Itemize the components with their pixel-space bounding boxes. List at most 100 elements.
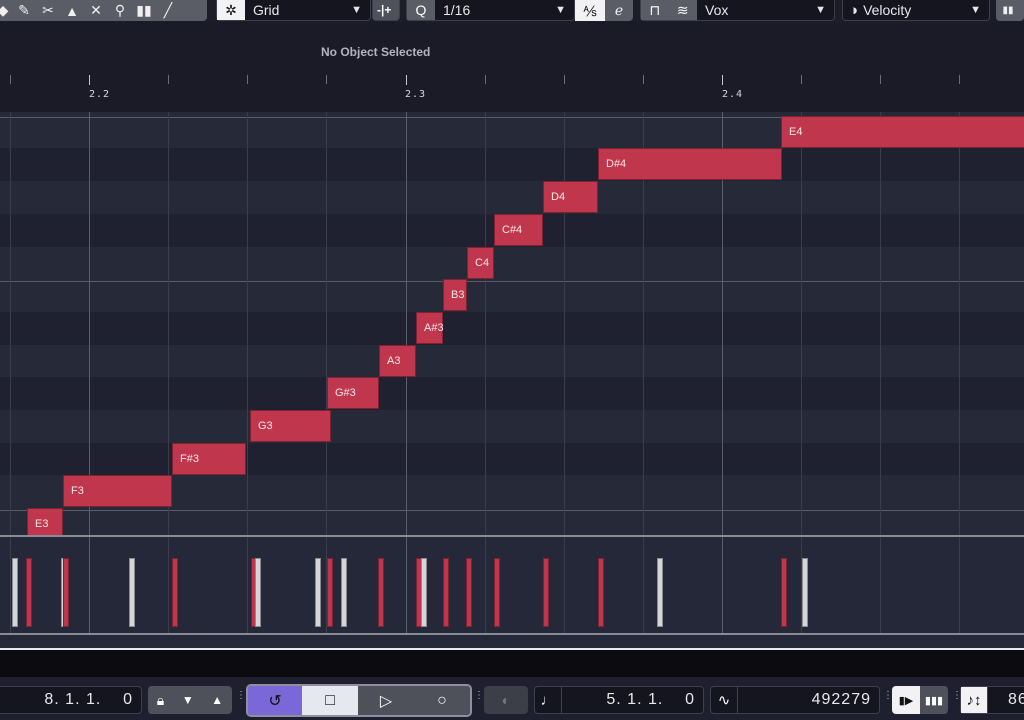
grid-line — [643, 537, 644, 634]
velocity-bar[interactable] — [26, 558, 32, 627]
note-label: F#3 — [180, 452, 199, 465]
cycle-button[interactable]: ↺ — [248, 686, 303, 715]
grid-type-dropdown[interactable]: ✲ Grid ▼ — [216, 0, 371, 21]
midi-note[interactable]: A#3 — [416, 311, 444, 344]
metronome-button[interactable]: ◐ — [484, 686, 528, 714]
iterative-quantize-button[interactable]: ⅍ — [575, 0, 605, 21]
lock-icon[interactable]: 🔒︎ — [157, 686, 164, 714]
midi-note[interactable]: D4 — [543, 181, 598, 214]
note-label: C#4 — [502, 223, 523, 236]
object-select-icon[interactable]: ◆ — [0, 0, 12, 21]
midi-note[interactable]: E3 — [27, 508, 63, 536]
velocity-bar[interactable] — [657, 558, 663, 627]
note-label: G3 — [258, 420, 273, 432]
meter-button[interactable]: ▮▮ — [996, 0, 1024, 21]
note-grid[interactable]: E3 F3 F#3 G3 G#3 A3 A#3 B3 C4 C#4 D4 D#4 E4 — [0, 112, 1024, 536]
ruler-tick — [643, 75, 644, 84]
mute-comp-icon[interactable]: ▮▮ — [132, 0, 156, 21]
note-label: B3 — [451, 289, 465, 302]
velocity-bar[interactable] — [378, 558, 384, 627]
drag-handle[interactable]: ⋮ — [474, 691, 484, 701]
snap-zero-button[interactable]: -|+ — [372, 0, 400, 21]
track-icons: ⊓ ≋ — [641, 0, 697, 20]
zoom-icon[interactable]: ⚲ — [108, 0, 132, 21]
midi-note[interactable]: C#4 — [494, 213, 543, 246]
step-input-icon[interactable]: ⊓ — [649, 2, 660, 19]
velocity-bar[interactable] — [327, 558, 333, 627]
grid-line — [89, 537, 90, 634]
video-sync-icon[interactable]: ▮▮▮ — [920, 686, 948, 714]
tool-group: ◆ ✎ ✂ ▲ ✕ ⚲ ▮▮ ╱ — [0, 0, 207, 21]
time-ruler[interactable]: 2.2 2.3 2.4 — [0, 72, 1024, 112]
line-tool-icon[interactable]: ╱ — [156, 0, 180, 21]
velocity-lane[interactable] — [0, 537, 1024, 634]
sample-position-field[interactable]: ∿ 492279 — [710, 686, 880, 714]
velocity-bar[interactable] — [315, 558, 321, 627]
horizontal-scrollbar[interactable] — [0, 650, 1024, 677]
waveform-icon[interactable]: ∿ — [711, 687, 738, 713]
pencil-icon[interactable]: ✎ — [12, 0, 36, 21]
velocity-bar[interactable] — [598, 558, 604, 627]
velocity-bar[interactable] — [12, 558, 18, 627]
midi-note[interactable]: C4 — [467, 246, 494, 279]
ruler-tick — [880, 75, 881, 84]
track-dropdown[interactable]: ⊓ ≋ Vox ▼ — [640, 0, 835, 21]
velocity-bar[interactable] — [129, 558, 135, 627]
velocity-bar[interactable] — [172, 558, 178, 627]
midi-note[interactable]: G#3 — [327, 377, 379, 410]
right-locator-field[interactable]: ♩ 5. 1. 1. 0 — [534, 686, 704, 714]
scissors-icon[interactable]: ✂ — [36, 0, 60, 21]
cycle-icon: ↺ — [268, 692, 282, 710]
left-locator-field[interactable]: 8. 1. 1. 0 — [0, 686, 142, 714]
grid-line — [247, 112, 248, 536]
quantize-icon[interactable]: Q — [407, 0, 435, 20]
punch-out-icon[interactable]: ▲ — [211, 686, 223, 714]
midi-note[interactable]: B3 — [443, 279, 467, 312]
play-button[interactable]: ▷ — [358, 686, 414, 715]
snap-to-zero-icon: -|+ — [377, 3, 392, 17]
velocity-bar[interactable] — [443, 558, 449, 627]
controller-dropdown[interactable]: ◑ Velocity ▼ — [842, 0, 990, 21]
record-icon: ○ — [437, 691, 447, 709]
record-button[interactable]: ○ — [414, 686, 470, 715]
tempo-value: 86 — [1008, 691, 1024, 708]
velocity-bar[interactable] — [421, 558, 427, 627]
velocity-icon: ◑ — [849, 1, 859, 19]
snap-icon[interactable]: ✲ — [217, 0, 245, 20]
quantize-dropdown[interactable]: Q 1/16 ▼ — [406, 0, 575, 21]
sync-icon[interactable]: ▮▶ — [892, 686, 920, 714]
glue-icon[interactable]: ▲ — [60, 0, 84, 21]
grid-line — [247, 537, 248, 634]
transport-bar: 8. 1. 1. 0 🔒︎ ▼ ▲ ⋮ ↺ □ ▷ ○ ⋮ ◐ ♩ 5. 1. … — [0, 677, 1024, 720]
drag-handle[interactable]: ⋮ — [883, 691, 893, 701]
midi-note[interactable]: F#3 — [172, 442, 246, 475]
drag-handle[interactable]: ⋮ — [952, 691, 962, 701]
tempo-field[interactable]: ♪↕ 86 — [960, 686, 1024, 714]
midi-note[interactable]: D#4 — [598, 148, 782, 181]
midi-note[interactable]: G3 — [250, 410, 331, 442]
velocity-bar[interactable] — [341, 558, 347, 627]
grid-line — [168, 537, 169, 634]
midi-note[interactable]: F3 — [63, 475, 172, 508]
velocity-bar[interactable] — [255, 558, 261, 627]
note-label: E4 — [789, 125, 803, 138]
track-layers-icon[interactable]: ≋ — [677, 2, 689, 19]
velocity-bar[interactable] — [781, 558, 787, 627]
velocity-bar[interactable] — [543, 558, 549, 627]
midi-note[interactable]: E4 — [781, 115, 1024, 148]
chevron-down-icon: ▼ — [351, 4, 362, 16]
note-icon[interactable]: ♩ — [535, 687, 562, 713]
stop-button[interactable]: □ — [302, 686, 359, 715]
velocity-bar[interactable] — [63, 558, 69, 627]
quantize-preset-button[interactable]: ℯ — [605, 0, 633, 21]
play-icon: ▷ — [379, 692, 393, 710]
tempo-icon[interactable]: ♪↕ — [961, 687, 988, 713]
sync-group: ▮▶ ▮▮▮ — [892, 686, 948, 714]
velocity-bar[interactable] — [802, 558, 808, 627]
erase-icon[interactable]: ✕ — [84, 0, 108, 21]
velocity-bar[interactable] — [494, 558, 500, 627]
midi-note[interactable]: A3 — [379, 344, 416, 377]
drag-handle[interactable]: ⋮ — [236, 691, 246, 701]
punch-in-icon[interactable]: ▼ — [182, 686, 194, 714]
velocity-bar[interactable] — [466, 558, 472, 627]
